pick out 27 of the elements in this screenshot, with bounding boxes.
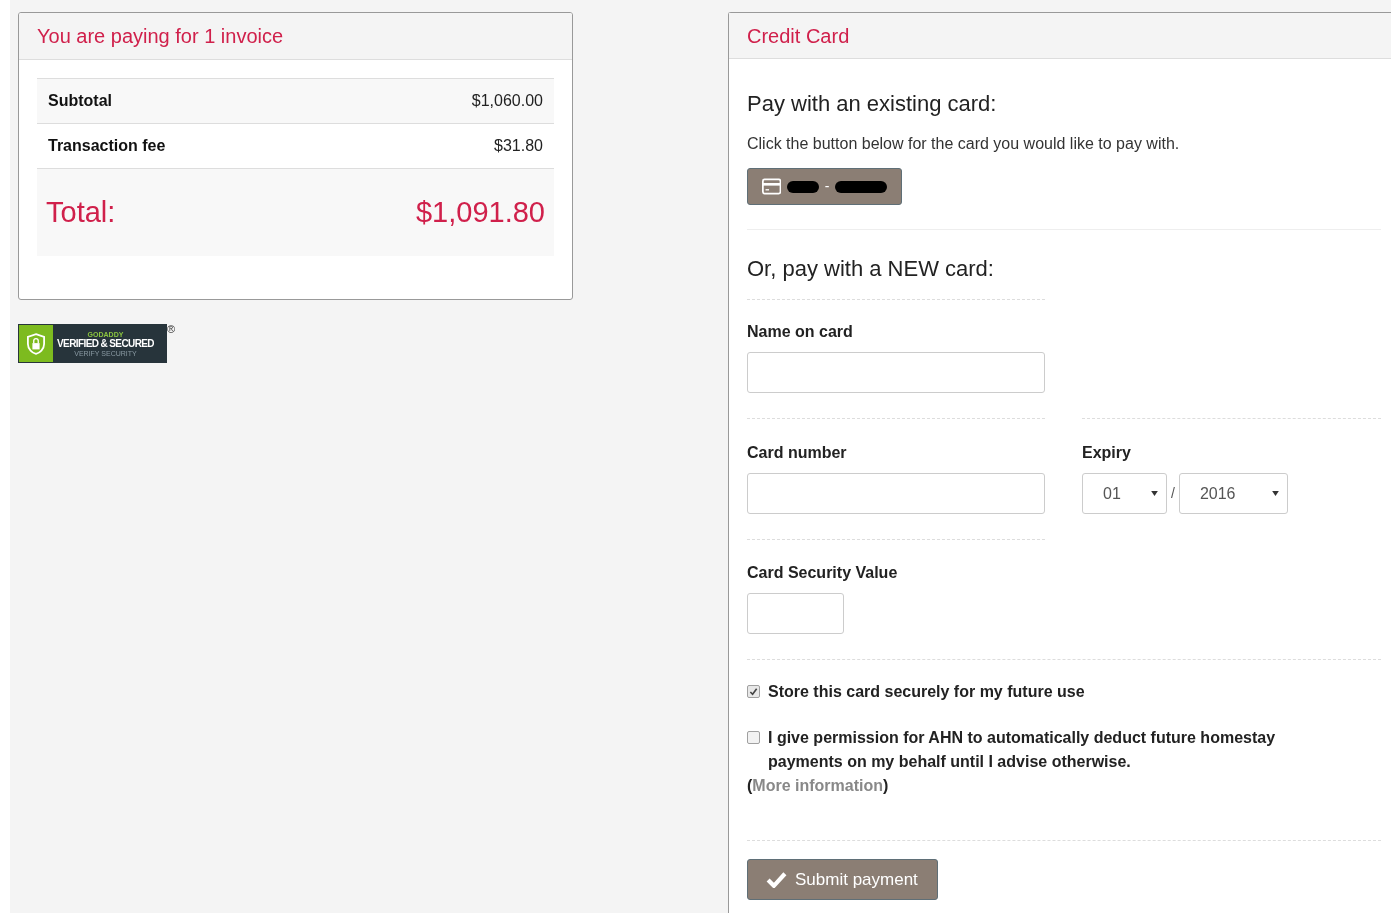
- paren-text: ): [883, 776, 889, 796]
- total-value: $1,091.80: [416, 194, 545, 230]
- saved-card-button[interactable]: -: [747, 168, 902, 205]
- field-label: Expiry: [1082, 443, 1132, 463]
- submit-payment-button[interactable]: Submit payment: [747, 859, 938, 900]
- more-information-link[interactable]: More information: [752, 774, 883, 798]
- row-value: $31.80: [494, 136, 543, 156]
- seal-headline: VERIFIED & SECURED: [57, 338, 154, 349]
- total-label: Total:: [46, 194, 116, 230]
- select-field[interactable]: 2016: [1178, 473, 1288, 514]
- registered-mark: ®: [167, 324, 176, 335]
- row-label: Transaction fee: [48, 136, 166, 156]
- row-label: Subtotal: [48, 91, 112, 111]
- select-field[interactable]: 01: [1082, 473, 1167, 514]
- panel-title: You are paying for 1 invoice: [37, 24, 284, 49]
- section-heading: Pay with an existing card:: [747, 90, 998, 118]
- field-label: Name on card: [747, 322, 854, 342]
- section-heading: Or, pay with a NEW card:: [747, 255, 995, 283]
- hint-text: Click the button below for the card you would like to pay with.: [747, 134, 1181, 154]
- expiry-separator: /: [1171, 484, 1175, 503]
- paren-text: (: [747, 776, 753, 796]
- option-label: I give permission for AHN to automatically deduct future homestay payments on my behalf until I advise otherwise.: [768, 728, 1277, 772]
- option-label: Store this card securely for my future use: [768, 682, 1085, 702]
- field-label: Card Security Value: [747, 563, 899, 583]
- field-label: Card number: [747, 443, 848, 463]
- panel-title: Credit Card: [747, 23, 850, 49]
- row-value: $1,060.00: [471, 91, 543, 111]
